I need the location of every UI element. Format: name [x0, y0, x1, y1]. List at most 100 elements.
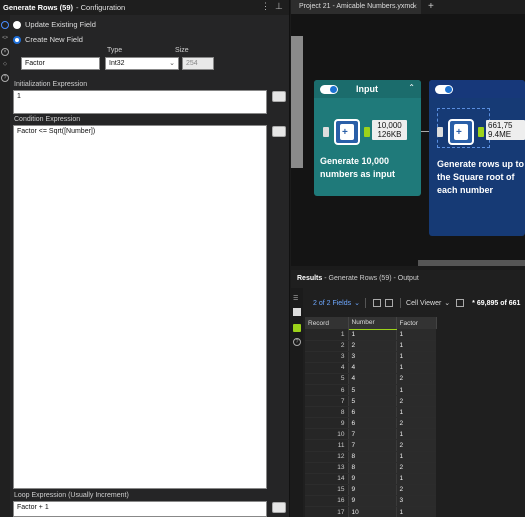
number-cell[interactable]: 5 [347, 395, 396, 408]
number-cell[interactable]: 6 [347, 406, 396, 419]
record-cell[interactable]: 15 [305, 484, 348, 496]
record-cell[interactable]: 10 [305, 428, 348, 441]
code-icon[interactable]: <> [1, 35, 9, 43]
cell-viewer-toggle[interactable]: Cell Viewer [406, 300, 441, 307]
update-existing-radio[interactable]: Update Existing Field [13, 20, 96, 29]
number-cell[interactable]: 1 [347, 329, 396, 341]
factor-cell[interactable]: 2 [395, 484, 436, 496]
table-row[interactable]: 12 8 1 [305, 451, 436, 463]
fields-selector[interactable]: 2 of 2 Fields [305, 300, 351, 307]
list-icon[interactable]: ☰ [293, 295, 301, 303]
factor-cell[interactable]: 2 [395, 439, 436, 452]
add-tab-icon[interactable]: + [428, 1, 434, 12]
number-cell[interactable]: 3 [347, 351, 396, 363]
record-cell[interactable]: 1 [305, 329, 348, 341]
column-header-number[interactable]: Number [348, 317, 397, 330]
record-cell[interactable]: 4 [305, 362, 348, 374]
record-cell[interactable]: 9 [305, 417, 348, 430]
factor-cell[interactable]: 1 [395, 406, 436, 419]
record-cell[interactable]: 3 [305, 351, 348, 363]
record-cell[interactable]: 17 [305, 506, 348, 517]
table-row[interactable]: 542 [305, 373, 436, 385]
factor-cell[interactable]: 1 [395, 329, 436, 341]
number-cell[interactable]: 6 [347, 417, 396, 430]
number-cell[interactable]: 8 [347, 462, 396, 474]
config-tab-icon[interactable] [1, 21, 9, 29]
number-cell[interactable]: 4 [347, 373, 396, 385]
record-cell[interactable]: 14 [305, 473, 348, 485]
factor-cell[interactable]: 1 [395, 506, 436, 517]
factor-cell[interactable]: 1 [395, 384, 436, 397]
generate-rows-tool-1[interactable] [334, 119, 360, 145]
init-expression-edit-button[interactable] [272, 91, 286, 102]
number-cell[interactable]: 8 [347, 451, 396, 463]
record-cell[interactable]: 5 [305, 373, 348, 385]
help-icon[interactable]: ? [293, 338, 301, 346]
table-row[interactable]: 861 [305, 406, 436, 419]
table-row[interactable]: 752 [305, 395, 436, 408]
more-icon[interactable]: ⋮ [261, 1, 270, 12]
record-cell[interactable]: 11 [305, 439, 348, 452]
table-row[interactable]: 10 7 1 [305, 428, 436, 441]
factor-cell[interactable]: 1 [395, 362, 436, 374]
table-row[interactable]: 15 9 2 [305, 484, 436, 496]
output-anchor-icon[interactable] [293, 324, 301, 332]
second-container[interactable]: 661,75 9.4ME Generate rows up to the Squ… [429, 80, 525, 236]
record-cell[interactable]: 16 [305, 495, 348, 508]
record-cell[interactable]: 2 [305, 340, 348, 352]
table-row[interactable]: 962 [305, 417, 436, 430]
container-toggle[interactable] [320, 84, 338, 94]
container-toggle[interactable] [435, 84, 453, 94]
factor-cell[interactable]: 2 [395, 462, 436, 474]
filter-icon[interactable] [456, 299, 465, 307]
table-row[interactable]: 13 8 2 [305, 462, 436, 474]
table-icon[interactable] [293, 308, 301, 316]
table-row[interactable]: 17 10 1 [305, 506, 436, 517]
factor-cell[interactable]: 1 [395, 428, 436, 441]
condition-expression-input[interactable]: Factor <= Sqrt([Number]) [13, 125, 267, 489]
output-anchor[interactable] [478, 127, 484, 137]
input-anchor[interactable] [323, 127, 329, 137]
number-cell[interactable]: 4 [347, 362, 396, 374]
table-row[interactable]: 11 7 2 [305, 439, 436, 452]
factor-cell[interactable]: 1 [395, 451, 436, 463]
condition-expression-edit-button[interactable] [272, 126, 286, 137]
number-cell[interactable]: 9 [347, 484, 396, 496]
factor-cell[interactable]: 3 [395, 495, 436, 508]
generate-rows-tool-2[interactable] [448, 119, 474, 145]
workflow-canvas[interactable]: Input ⌃ 10,000 126KB Generate 10,000 num… [291, 14, 525, 266]
factor-cell[interactable]: 1 [395, 340, 436, 352]
loop-expression-edit-button[interactable] [272, 502, 286, 513]
factor-cell[interactable]: 1 [395, 473, 436, 485]
number-cell[interactable]: 7 [347, 428, 396, 441]
close-icon[interactable]: × [412, 2, 417, 11]
record-cell[interactable]: 7 [305, 395, 348, 408]
table-row[interactable]: 16 9 3 [305, 495, 436, 508]
chevron-down-icon[interactable]: ⌄ [444, 299, 450, 307]
number-cell[interactable]: 5 [347, 384, 396, 397]
canvas-horizontal-scrollbar[interactable] [418, 260, 525, 266]
init-expression-input[interactable]: 1 [13, 90, 267, 114]
create-new-radio[interactable]: Create New Field [13, 35, 83, 44]
table-row[interactable]: 441 [305, 362, 436, 374]
canvas-scrollbar[interactable] [291, 36, 303, 168]
checkbox-icon[interactable] [373, 299, 382, 307]
table-row[interactable]: 331 [305, 351, 436, 363]
table-row[interactable]: 111 [305, 329, 436, 341]
factor-cell[interactable]: 2 [395, 373, 436, 385]
column-header-record[interactable]: Record [305, 317, 349, 329]
table-row[interactable]: 651 [305, 384, 436, 397]
factor-cell[interactable]: 2 [395, 395, 436, 408]
table-row[interactable]: 14 9 1 [305, 473, 436, 485]
output-anchor[interactable] [364, 127, 370, 137]
collapse-icon[interactable]: ⌃ [408, 83, 415, 92]
table-row[interactable]: 221 [305, 340, 436, 352]
workflow-tab[interactable]: Project 21 - Amicable Numbers.yxmd × [291, 0, 421, 14]
grid-icon[interactable] [385, 299, 394, 307]
tag-icon[interactable]: ◇ [1, 61, 9, 69]
record-cell[interactable]: 8 [305, 406, 348, 419]
record-cell[interactable]: 12 [305, 451, 348, 463]
number-cell[interactable]: 10 [347, 506, 396, 517]
factor-cell[interactable]: 1 [395, 351, 436, 363]
record-cell[interactable]: 6 [305, 384, 348, 397]
